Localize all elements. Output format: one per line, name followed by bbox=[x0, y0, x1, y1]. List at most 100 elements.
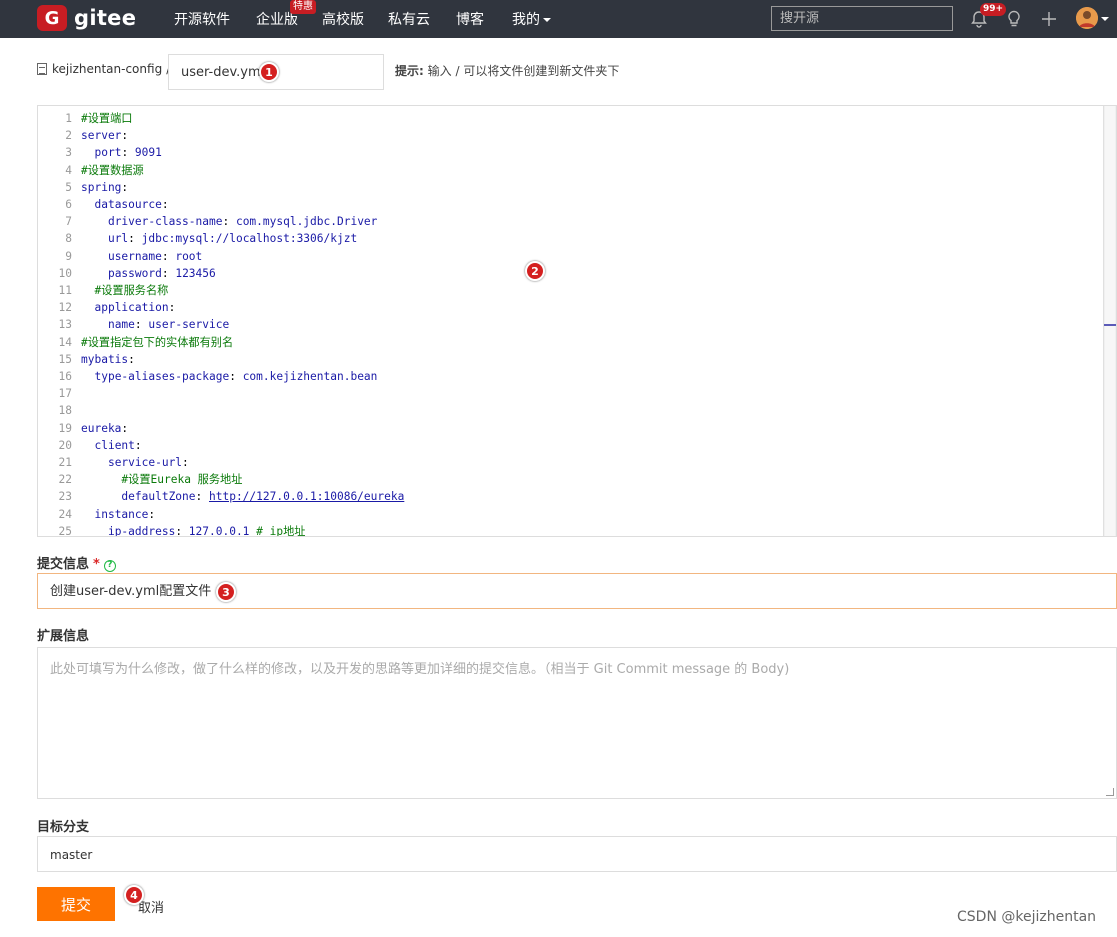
code-token: name bbox=[107, 318, 135, 332]
editor-line: 2 server: bbox=[38, 127, 1088, 144]
code-token: : bbox=[195, 490, 209, 504]
editor-scroll-marker bbox=[1104, 324, 1116, 326]
line-code: server: bbox=[81, 127, 128, 144]
commit-message-input[interactable]: 创建user-dev.yml配置文件 bbox=[37, 573, 1117, 609]
breadcrumb: kejizhentan-config / bbox=[37, 62, 170, 76]
gitee-logo[interactable]: G gitee bbox=[37, 5, 136, 31]
line-code: type-aliases-package: com.kejizhentan.be… bbox=[81, 368, 377, 385]
line-code: username: root bbox=[81, 248, 202, 265]
line-number: 16 bbox=[58, 370, 72, 383]
extended-info-textarea[interactable]: 此处可填写为什么修改，做了什么样的修改，以及开发的思路等更加详细的提交信息。（相… bbox=[37, 647, 1117, 799]
code-token: : bbox=[121, 421, 129, 435]
editor-scrollbar-thumb[interactable] bbox=[1105, 106, 1115, 536]
avatar-chevron-down-icon[interactable] bbox=[1101, 17, 1109, 21]
nav-item-education[interactable]: 高校版 bbox=[322, 9, 364, 29]
code-token: 9091 bbox=[134, 146, 162, 160]
code-token: #设置Eureka 服务地址 bbox=[121, 473, 243, 487]
line-number: 22 bbox=[58, 473, 72, 487]
code-token: : bbox=[222, 215, 236, 229]
hint-text: 输入 / 可以将文件创建到新文件夹下 bbox=[427, 64, 620, 78]
code-token: : bbox=[134, 438, 142, 452]
resize-handle-icon[interactable] bbox=[1106, 788, 1114, 796]
code-token: ip-address bbox=[107, 524, 176, 537]
editor-line: 4 #设置数据源 bbox=[38, 162, 1088, 179]
line-code: client: bbox=[81, 437, 142, 454]
nav-item-mine[interactable]: 我的 bbox=[512, 9, 551, 29]
nav-item-blog[interactable]: 博客 bbox=[456, 9, 484, 29]
code-token: username bbox=[107, 249, 162, 263]
line-number: 3 bbox=[65, 146, 72, 160]
submit-button[interactable]: 提交 bbox=[37, 887, 115, 921]
line-number: 19 bbox=[58, 421, 72, 435]
path-hint: 提示: 输入 / 可以将文件创建到新文件夹下 bbox=[395, 62, 619, 79]
code-token: : bbox=[161, 198, 169, 211]
code-token: #设置端口 bbox=[81, 112, 133, 125]
plus-icon[interactable] bbox=[1038, 8, 1060, 30]
code-token: : bbox=[121, 146, 135, 160]
line-number: 5 bbox=[65, 180, 72, 194]
code-token: : bbox=[128, 232, 142, 246]
code-token: jdbc:mysql://localhost:3306/kjzt bbox=[141, 232, 358, 246]
line-code: url: jdbc:mysql://localhost:3306/kjzt bbox=[81, 230, 357, 247]
code-token: 123456 bbox=[175, 266, 216, 280]
editor-scrollbar[interactable] bbox=[1103, 106, 1116, 536]
editor-line: 13 name: user-service bbox=[38, 316, 1088, 333]
line-code: spring: bbox=[81, 179, 128, 196]
editor-line: 1 #设置端口 bbox=[38, 110, 1088, 127]
lightbulb-icon[interactable] bbox=[1003, 8, 1025, 30]
editor-line: 25 ip-address: 127.0.0.1 # ip地址 bbox=[38, 523, 1088, 537]
editor-line: 9 username: root bbox=[38, 248, 1088, 265]
required-mark: * bbox=[93, 557, 100, 572]
code-editor[interactable]: 1 #设置端口 2 server: 3 port: 9091 4 #设置数据源 5 spring… bbox=[37, 105, 1117, 537]
line-code: #设置Eureka 服务地址 bbox=[81, 471, 242, 488]
target-branch-input[interactable]: master bbox=[37, 836, 1117, 872]
code-token: mybatis bbox=[81, 352, 129, 366]
code-token: application bbox=[94, 301, 169, 315]
code-token: client bbox=[94, 438, 135, 452]
line-code: port: 9091 bbox=[81, 144, 162, 161]
line-code: name: user-service bbox=[81, 316, 229, 333]
line-number: 11 bbox=[58, 284, 72, 297]
code-token: : bbox=[121, 129, 129, 143]
line-code: instance: bbox=[81, 506, 155, 523]
code-token: #设置服务名称 bbox=[94, 284, 169, 297]
line-number: 15 bbox=[58, 352, 72, 366]
file-doc-icon bbox=[37, 63, 47, 75]
commit-label-text: 提交信息 bbox=[37, 557, 90, 572]
code-token[interactable]: http://127.0.0.1:10086/eureka bbox=[209, 490, 404, 503]
breadcrumb-repo-link[interactable]: kejizhentan-config bbox=[52, 62, 162, 76]
editor-line: 11 #设置服务名称 bbox=[38, 282, 1088, 299]
editor-line: 12 application: bbox=[38, 299, 1088, 316]
line-code: service-url: bbox=[81, 454, 189, 471]
code-token: : bbox=[168, 301, 176, 315]
line-number: 18 bbox=[58, 404, 72, 418]
line-code: #设置服务名称 bbox=[81, 282, 168, 299]
line-number: 14 bbox=[58, 335, 72, 349]
editor-line: 5 spring: bbox=[38, 179, 1088, 196]
code-token: datasource bbox=[94, 198, 162, 211]
editor-line: 22 #设置Eureka 服务地址 bbox=[38, 471, 1088, 488]
nav-item-open-source[interactable]: 开源软件 bbox=[174, 9, 230, 29]
line-number: 23 bbox=[58, 490, 72, 504]
search-input[interactable] bbox=[771, 6, 953, 31]
editor-line: 10 password: 123456 bbox=[38, 265, 1088, 282]
extended-info-placeholder: 此处可填写为什么修改，做了什么样的修改，以及开发的思路等更加详细的提交信息。（相… bbox=[50, 662, 790, 677]
nav-item-private-cloud[interactable]: 私有云 bbox=[388, 9, 430, 29]
line-number: 12 bbox=[58, 301, 72, 315]
help-question-icon[interactable]: ? bbox=[103, 560, 116, 572]
code-token: eureka bbox=[81, 421, 122, 435]
code-token: : bbox=[182, 456, 189, 469]
editor-line: 17 bbox=[38, 385, 1088, 402]
user-avatar[interactable] bbox=[1076, 7, 1098, 29]
editor-line: 23 defaultZone: http://127.0.0.1:10086/e… bbox=[38, 488, 1088, 505]
editor-line: 8 url: jdbc:mysql://localhost:3306/kjzt bbox=[38, 230, 1088, 247]
code-token: instance bbox=[94, 507, 149, 521]
code-token: password bbox=[107, 266, 162, 280]
